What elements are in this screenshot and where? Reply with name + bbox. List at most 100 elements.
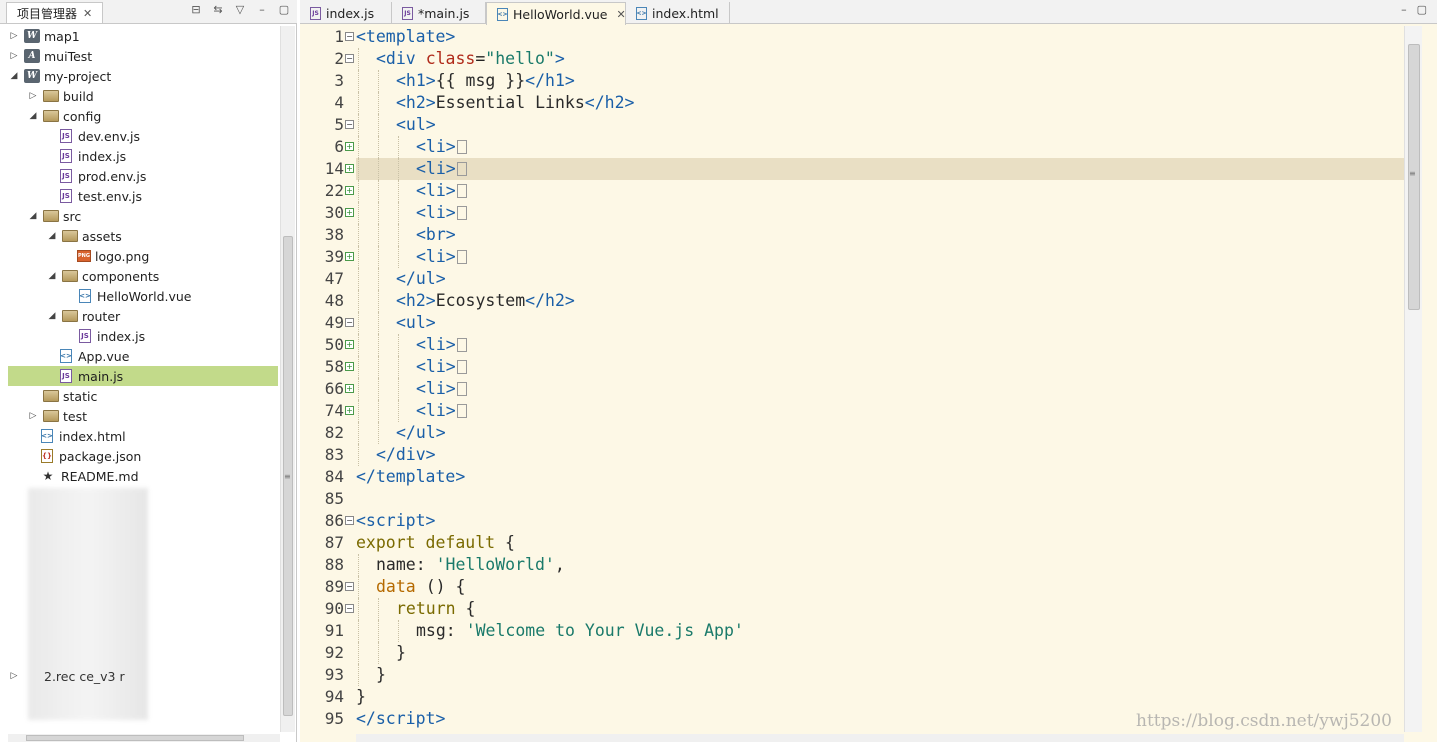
- link-with-editor-icon[interactable]: ⇆: [211, 3, 225, 16]
- folded-block-marker[interactable]: [456, 360, 467, 374]
- code-line[interactable]: <br>: [356, 224, 1404, 246]
- code-line[interactable]: </div>: [356, 444, 1404, 466]
- collapse-arrow-icon[interactable]: ◢: [27, 111, 39, 121]
- editor-tab-main-js[interactable]: JS *main.js: [392, 2, 486, 24]
- code-line[interactable]: <ul>: [356, 312, 1404, 334]
- collapse-arrow-icon[interactable]: ◢: [46, 271, 58, 281]
- tree-item-muitest[interactable]: ▷ AmuiTest: [8, 46, 278, 66]
- folded-block-marker[interactable]: [456, 140, 467, 154]
- tree-item-readme-md[interactable]: ★ README.md: [8, 466, 278, 486]
- expand-fold-icon[interactable]: +: [345, 142, 354, 151]
- expand-arrow-icon[interactable]: ▷: [8, 31, 20, 41]
- tree-item-config[interactable]: ◢ config: [8, 106, 278, 126]
- code-line[interactable]: data () {: [356, 576, 1404, 598]
- tree-item-package-json[interactable]: {} package.json: [8, 446, 278, 466]
- folded-block-marker[interactable]: [456, 338, 467, 352]
- tree-item-components[interactable]: ◢ components: [8, 266, 278, 286]
- expand-arrow-icon[interactable]: ▷: [8, 51, 20, 61]
- code-line[interactable]: }: [356, 664, 1404, 686]
- folded-block-marker[interactable]: [456, 382, 467, 396]
- code-line[interactable]: <li>: [356, 136, 1404, 158]
- expand-fold-icon[interactable]: +: [345, 406, 354, 415]
- code-line[interactable]: </ul>: [356, 268, 1404, 290]
- tree-item-logo-png[interactable]: PNG logo.png: [8, 246, 278, 266]
- code-line[interactable]: <li>: [356, 378, 1404, 400]
- code-line[interactable]: <li>: [356, 356, 1404, 378]
- code-line[interactable]: return {: [356, 598, 1404, 620]
- expand-fold-icon[interactable]: +: [345, 252, 354, 261]
- editor-tab-helloworld-vue[interactable]: <> HelloWorld.vue ✕: [486, 2, 626, 25]
- tree-item-index-js[interactable]: JS index.js: [8, 326, 278, 346]
- project-explorer-tab[interactable]: 项目管理器 ✕: [6, 2, 104, 23]
- collapse-fold-icon[interactable]: −: [345, 32, 354, 41]
- collapse-fold-icon[interactable]: −: [345, 604, 354, 613]
- code-line[interactable]: }: [356, 686, 1404, 708]
- code-line[interactable]: <li>: [356, 158, 1404, 180]
- code-line[interactable]: </template>: [356, 466, 1404, 488]
- hscrollbar-thumb[interactable]: [26, 735, 244, 741]
- view-menu-chevron-down-icon[interactable]: ▽: [233, 3, 247, 16]
- expand-arrow-icon[interactable]: ▷: [27, 91, 39, 101]
- code-line[interactable]: <div class="hello">: [356, 48, 1404, 70]
- code-line[interactable]: <li>: [356, 246, 1404, 268]
- code-line[interactable]: [356, 488, 1404, 510]
- maximize-icon[interactable]: ▢: [277, 3, 291, 16]
- tree-item-test[interactable]: ▷ test: [8, 406, 278, 426]
- code-line[interactable]: msg: 'Welcome to Your Vue.js App': [356, 620, 1404, 642]
- expand-fold-icon[interactable]: +: [345, 340, 354, 349]
- tree-item-dev-env-js[interactable]: JS dev.env.js: [8, 126, 278, 146]
- tree-item-main-js[interactable]: JS main.js: [8, 366, 278, 386]
- tree-item-router[interactable]: ◢ router: [8, 306, 278, 326]
- folded-block-marker[interactable]: [456, 162, 467, 176]
- code-line[interactable]: <li>: [356, 202, 1404, 224]
- close-tab-icon[interactable]: ✕: [617, 8, 626, 21]
- tree-item-index-js[interactable]: JS index.js: [8, 146, 278, 166]
- collapse-fold-icon[interactable]: −: [345, 582, 354, 591]
- maximize-icon[interactable]: ▢: [1417, 3, 1427, 16]
- editor-tab-index-html[interactable]: <> index.html: [626, 2, 730, 24]
- code-line[interactable]: <li>: [356, 180, 1404, 202]
- expand-arrow-icon[interactable]: ▷: [8, 671, 20, 681]
- tree-item-helloworld-vue[interactable]: <> HelloWorld.vue: [8, 286, 278, 306]
- code-line[interactable]: <h2>Essential Links</h2>: [356, 92, 1404, 114]
- folded-block-marker[interactable]: [456, 206, 467, 220]
- editor-tab-index-js[interactable]: JS index.js: [300, 2, 392, 24]
- collapse-fold-icon[interactable]: −: [345, 120, 354, 129]
- minimize-icon[interactable]: –: [1401, 3, 1407, 16]
- collapse-arrow-icon[interactable]: ◢: [27, 211, 39, 221]
- code-line[interactable]: <script>: [356, 510, 1404, 532]
- code-line[interactable]: name: 'HelloWorld',: [356, 554, 1404, 576]
- tree-item-map1[interactable]: ▷ Wmap1: [8, 26, 278, 46]
- expand-fold-icon[interactable]: +: [345, 384, 354, 393]
- code-line[interactable]: export default {: [356, 532, 1404, 554]
- tree-item-prod-env-js[interactable]: JS prod.env.js: [8, 166, 278, 186]
- tree-item-assets[interactable]: ◢ assets: [8, 226, 278, 246]
- tree-item-index-html[interactable]: <> index.html: [8, 426, 278, 446]
- code-line[interactable]: </ul>: [356, 422, 1404, 444]
- collapse-fold-icon[interactable]: −: [345, 318, 354, 327]
- expand-fold-icon[interactable]: +: [345, 186, 354, 195]
- code-line[interactable]: <ul>: [356, 114, 1404, 136]
- code-line[interactable]: <template>: [356, 26, 1404, 48]
- tree-item-test-env-js[interactable]: JS test.env.js: [8, 186, 278, 206]
- tree-item-src[interactable]: ◢ src: [8, 206, 278, 226]
- tree-item-build[interactable]: ▷ build: [8, 86, 278, 106]
- collapse-all-icon[interactable]: ⊟: [189, 3, 203, 16]
- editor-scrollbar[interactable]: ≡: [1404, 26, 1422, 732]
- minimize-icon[interactable]: –: [255, 3, 269, 16]
- expand-fold-icon[interactable]: +: [345, 208, 354, 217]
- expand-fold-icon[interactable]: +: [345, 164, 354, 173]
- expand-arrow-icon[interactable]: ▷: [27, 411, 39, 421]
- code-line[interactable]: <li>: [356, 400, 1404, 422]
- tree-item-app-vue[interactable]: <> App.vue: [8, 346, 278, 366]
- collapse-arrow-icon[interactable]: ◢: [46, 311, 58, 321]
- folded-block-marker[interactable]: [456, 250, 467, 264]
- code-line[interactable]: <li>: [356, 334, 1404, 356]
- code-line[interactable]: <h1>{{ msg }}</h1>: [356, 70, 1404, 92]
- folded-block-marker[interactable]: [456, 404, 467, 418]
- collapse-fold-icon[interactable]: −: [345, 54, 354, 63]
- code-line[interactable]: <h2>Ecosystem</h2>: [356, 290, 1404, 312]
- collapse-arrow-icon[interactable]: ◢: [8, 71, 20, 81]
- collapse-fold-icon[interactable]: −: [345, 516, 354, 525]
- expand-fold-icon[interactable]: +: [345, 362, 354, 371]
